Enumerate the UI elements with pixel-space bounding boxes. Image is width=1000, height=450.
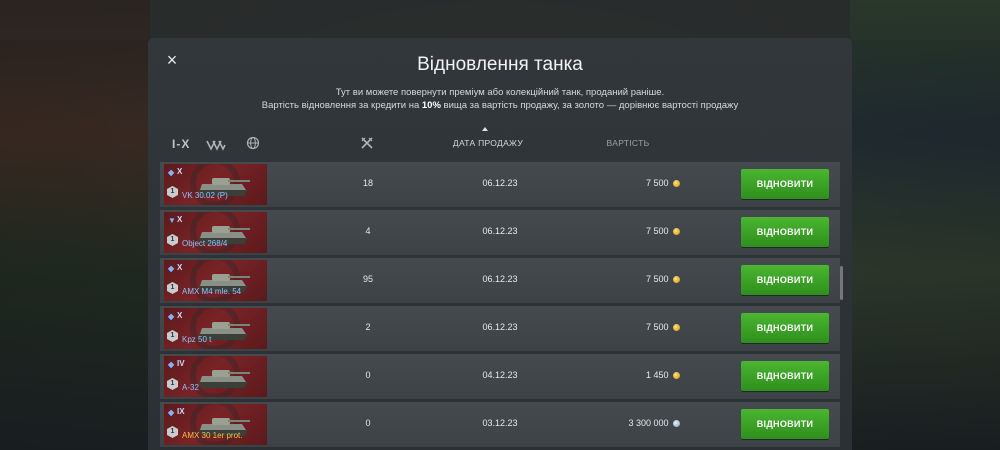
restore-cost: 7 500: [570, 274, 680, 284]
credits-icon: [673, 372, 680, 379]
scrollbar[interactable]: [840, 266, 843, 300]
tank-name: Object 268/4: [182, 239, 228, 248]
battles-count: 18: [362, 178, 373, 188]
tank-tier: X: [177, 167, 183, 176]
background-right: [850, 0, 1000, 450]
tank-row: ◆ X 1 VK 30.02 (P) 18 06.12.23 7 500 ВІД…: [160, 162, 840, 207]
tank-name: VK 30.02 (P): [182, 191, 228, 200]
tank-row: ◆ IX 1 AMX 30 1er prot. 0 03.12.23 3 300…: [160, 402, 840, 447]
sale-date: 04.12.23: [482, 370, 518, 380]
tank-row: ◆ X 1 Kpz 50 t 2 06.12.23 7 500 ВІДНОВИТ…: [160, 306, 840, 351]
description-line-1: Тут ви можете повернути преміум або коле…: [335, 87, 665, 98]
sort-ascending-icon: [482, 127, 488, 131]
tank-thumbnail: ◆ IX 1 AMX 30 1er prot.: [164, 404, 267, 445]
sale-date: 06.12.23: [482, 322, 518, 332]
tank-name: AMX 30 1er prot.: [182, 431, 243, 440]
restore-button[interactable]: ВІДНОВИТИ: [741, 169, 829, 199]
tank-tier: X: [177, 215, 183, 224]
restore-tank-dialog: × Відновлення танка Тут ви можете поверн…: [148, 38, 852, 450]
credits-icon: [673, 228, 680, 235]
medium-tank-icon: ◆: [168, 312, 175, 321]
battles-count: 0: [365, 418, 371, 428]
td-tank-icon: ▼: [168, 216, 176, 225]
tank-thumbnail: ▼ X 1 Object 268/4: [164, 212, 267, 253]
light-tank-icon: ◆: [168, 168, 175, 177]
mastery-badge-icon: 1: [167, 186, 178, 198]
tank-row: ▼ X 1 Object 268/4 4 06.12.23 7 500 ВІДН…: [160, 210, 840, 255]
restore-button[interactable]: ВІДНОВИТИ: [741, 409, 829, 439]
tank-tier: IV: [177, 359, 185, 368]
sale-date: 06.12.23: [482, 226, 518, 236]
mastery-badge-icon: 1: [167, 426, 178, 438]
tank-thumbnail: ◆ X 1 VK 30.02 (P): [164, 164, 267, 205]
credits-icon: [673, 276, 680, 283]
tank-row: ◆ IV 1 A-32 0 04.12.23 1 450 ВІДНОВИТИ: [160, 354, 840, 399]
restore-cost: 1 450: [570, 370, 680, 380]
credits-icon: [673, 324, 680, 331]
battles-count: 95: [362, 274, 373, 284]
restore-button[interactable]: ВІДНОВИТИ: [741, 217, 829, 247]
restore-button[interactable]: ВІДНОВИТИ: [741, 361, 829, 391]
mastery-badge-icon: 1: [167, 330, 178, 342]
tank-thumbnail: ◆ IV 1 A-32: [164, 356, 267, 397]
tank-image: [198, 370, 250, 388]
restore-button[interactable]: ВІДНОВИТИ: [741, 313, 829, 343]
sale-date: 06.12.23: [482, 274, 518, 284]
battles-count: 0: [365, 370, 371, 380]
mastery-badge-icon: 1: [167, 282, 178, 294]
tank-name: AMX M4 mle. 54: [182, 287, 242, 296]
sale-date: 03.12.23: [482, 418, 518, 428]
tank-row: ◆ X 1 AMX M4 mle. 54 95 06.12.23 7 500 В…: [160, 258, 840, 303]
restore-button[interactable]: ВІДНОВИТИ: [741, 265, 829, 295]
mastery-badge-icon: 1: [167, 234, 178, 246]
tank-tier: IX: [177, 407, 185, 416]
description-line-2: Вартість відновлення за кредити на 10% в…: [261, 100, 739, 111]
dialog-title: Відновлення танка: [417, 54, 583, 75]
restore-cost: 7 500: [570, 178, 680, 188]
medium-tank-icon: ◆: [168, 408, 175, 417]
globe-icon[interactable]: [246, 136, 260, 150]
credits-icon: [673, 180, 680, 187]
mastery-badge-icon: 1: [167, 378, 178, 390]
sale-date: 06.12.23: [482, 178, 518, 188]
restore-cost: 7 500: [570, 226, 680, 236]
tank-name: A-32: [182, 383, 199, 392]
tank-list: ◆ X 1 VK 30.02 (P) 18 06.12.23 7 500 ВІД…: [160, 162, 840, 450]
heavy-tank-icon: ◆: [168, 264, 175, 273]
restore-cost: 7 500: [570, 322, 680, 332]
medium-tank-icon: ◆: [168, 360, 175, 369]
tank-tier: X: [177, 263, 183, 272]
gold-icon: [673, 420, 680, 427]
vehicle-type-filter-icon[interactable]: [206, 138, 226, 151]
cost-column-header[interactable]: ВАРТІСТЬ: [588, 138, 668, 152]
battles-count: 2: [365, 322, 371, 332]
tank-name: Kpz 50 t: [182, 335, 212, 344]
tank-thumbnail: ◆ X 1 Kpz 50 t: [164, 308, 267, 349]
sale-date-column-header[interactable]: ДАТА ПРОДАЖУ: [438, 138, 538, 152]
tier-filter[interactable]: I-X: [172, 137, 190, 151]
dialog-description: Тут ви можете повернути преміум або коле…: [148, 86, 852, 112]
tank-tier: X: [177, 311, 183, 320]
background-left: [0, 0, 150, 450]
battles-column-icon[interactable]: [360, 136, 374, 150]
battles-count: 4: [365, 226, 371, 236]
tank-thumbnail: ◆ X 1 AMX M4 mle. 54: [164, 260, 267, 301]
restore-cost: 3 300 000: [570, 418, 680, 428]
